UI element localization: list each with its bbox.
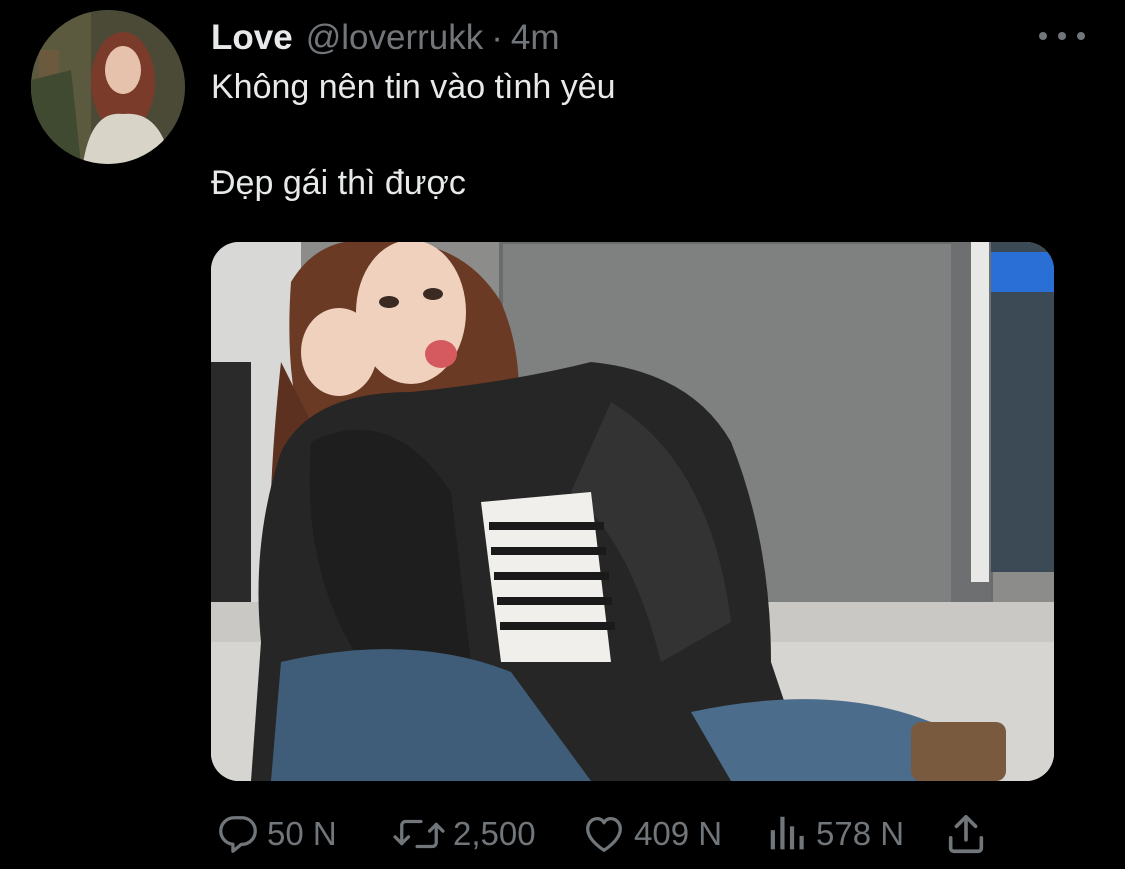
retweet-count: 2,500 bbox=[453, 815, 536, 852]
tweet-photo[interactable] bbox=[211, 242, 1054, 781]
tweet-actions: 50 N 2,500 409 N 578 N bbox=[211, 806, 1054, 862]
more-dot bbox=[1077, 32, 1085, 40]
photo-image bbox=[211, 242, 1054, 781]
share-button[interactable] bbox=[943, 806, 989, 862]
more-horizontal-icon[interactable] bbox=[1039, 24, 1085, 48]
retweet-button[interactable]: 2,500 bbox=[391, 806, 536, 862]
views-count: 578 N bbox=[816, 815, 905, 852]
tweet-text-line-2: Đẹp gái thì được bbox=[211, 164, 466, 202]
avatar[interactable] bbox=[31, 10, 185, 164]
share-icon bbox=[948, 814, 984, 854]
tweet-text-line-1: Không nên tin vào tình yêu bbox=[211, 68, 616, 106]
views-icon bbox=[770, 816, 804, 850]
reply-button[interactable]: 50 N bbox=[215, 806, 337, 862]
heart-icon bbox=[586, 817, 622, 852]
like-count: 409 N bbox=[634, 815, 723, 852]
user-handle[interactable]: @loverrukk bbox=[306, 18, 484, 58]
views-button[interactable]: 578 N bbox=[766, 806, 904, 862]
more-dot bbox=[1039, 32, 1047, 40]
avatar-image bbox=[31, 10, 185, 164]
retweet-icon bbox=[393, 819, 445, 849]
more-dot bbox=[1058, 32, 1066, 40]
like-button[interactable]: 409 N bbox=[580, 806, 722, 862]
reply-count: 50 N bbox=[267, 815, 337, 852]
separator-dot: · bbox=[491, 18, 503, 57]
display-name[interactable]: Love bbox=[211, 18, 293, 58]
reply-icon bbox=[219, 816, 257, 853]
tweet-header: Love @loverrukk · 4m bbox=[211, 14, 560, 62]
timestamp[interactable]: 4m bbox=[511, 18, 560, 58]
